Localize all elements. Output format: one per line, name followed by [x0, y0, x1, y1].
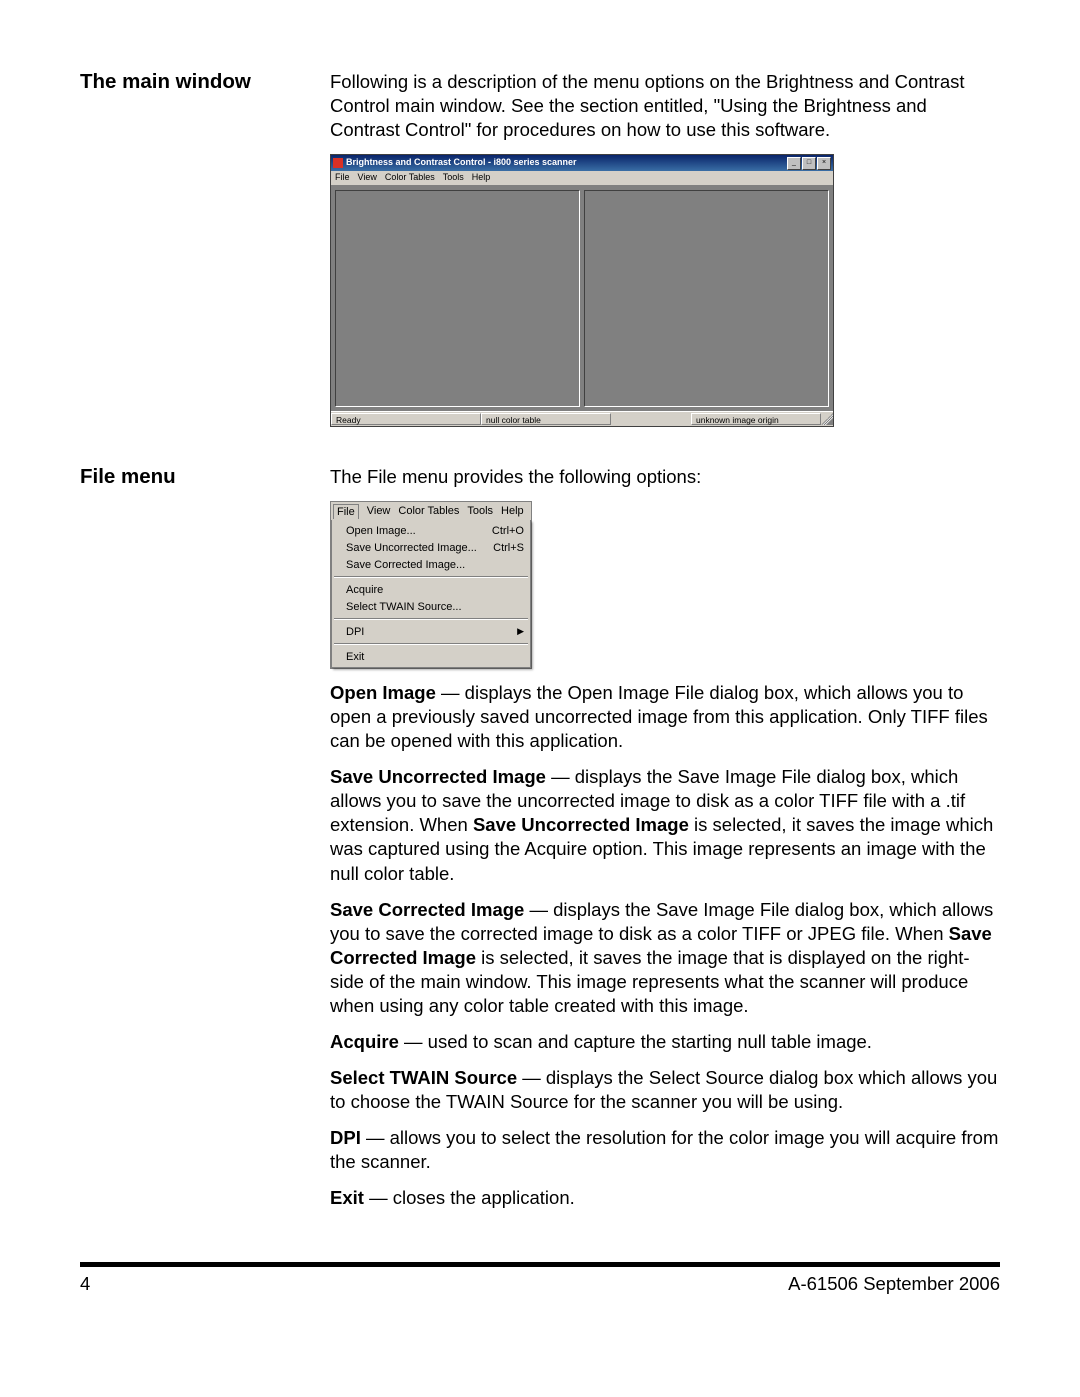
menu-item-exit[interactable]: Exit — [332, 648, 530, 665]
text: — closes the application. — [364, 1187, 575, 1208]
screenshot-file-menu: File View Color Tables Tools Help Open I… — [330, 501, 532, 669]
menu-help[interactable]: Help — [501, 504, 524, 518]
term-select-twain: Select TWAIN Source — [330, 1067, 517, 1088]
left-image-pane — [335, 190, 580, 407]
term-save-uncorrected: Save Uncorrected Image — [330, 766, 546, 787]
menu-item-dpi[interactable]: DPI ▶ — [332, 623, 530, 640]
doc-id: A-61506 September 2006 — [788, 1273, 1000, 1295]
para-file-menu-intro: The File menu provides the following opt… — [330, 465, 1000, 489]
menu-item-save-uncorrected[interactable]: Save Uncorrected Image... Ctrl+S — [332, 539, 530, 556]
term-dpi: DPI — [330, 1127, 361, 1148]
status-image-origin: unknown image origin — [691, 413, 821, 425]
menu-help[interactable]: Help — [472, 172, 491, 184]
para-main-window-intro: Following is a description of the menu o… — [330, 70, 1000, 142]
menu-separator — [334, 576, 528, 578]
menu-view[interactable]: View — [358, 172, 377, 184]
para-exit: Exit — closes the application. — [330, 1186, 1000, 1210]
menubar: File View Color Tables Tools Help — [331, 171, 833, 186]
submenu-arrow-icon: ▶ — [517, 626, 524, 638]
para-open-image: Open Image — displays the Open Image Fil… — [330, 681, 1000, 753]
menu-item-acquire[interactable]: Acquire — [332, 581, 530, 598]
text: — used to scan and capture the starting … — [399, 1031, 872, 1052]
minimize-button[interactable]: _ — [787, 157, 801, 170]
file-dropdown: Open Image... Ctrl+O Save Uncorrected Im… — [331, 520, 531, 668]
close-button[interactable]: × — [817, 157, 831, 170]
right-image-pane — [584, 190, 829, 407]
term-open-image: Open Image — [330, 682, 436, 703]
window-buttons: _ □ × — [787, 157, 831, 170]
para-acquire: Acquire — used to scan and capture the s… — [330, 1030, 1000, 1054]
menubar: File View Color Tables Tools Help — [331, 502, 531, 520]
menu-item-label: Acquire — [346, 583, 383, 597]
menu-item-label: Save Corrected Image... — [346, 558, 465, 572]
page-footer: 4 A-61506 September 2006 — [80, 1273, 1000, 1295]
document-page: The main window Following is a descripti… — [0, 0, 1080, 1335]
page-number: 4 — [80, 1273, 90, 1295]
menu-item-label: Select TWAIN Source... — [346, 600, 462, 614]
heading-file-menu: File menu — [80, 465, 176, 488]
statusbar: Ready null color table unknown image ori… — [331, 411, 833, 426]
status-ready: Ready — [331, 413, 481, 425]
menu-item-accel: Ctrl+O — [492, 524, 524, 538]
menu-item-save-corrected[interactable]: Save Corrected Image... — [332, 556, 530, 573]
client-area — [331, 186, 833, 411]
para-save-uncorrected: Save Uncorrected Image — displays the Sa… — [330, 765, 1000, 885]
window-title: Brightness and Contrast Control - i800 s… — [346, 157, 577, 169]
heading-main-window: The main window — [80, 70, 251, 93]
titlebar: Brightness and Contrast Control - i800 s… — [331, 155, 833, 171]
maximize-button[interactable]: □ — [802, 157, 816, 170]
section-file-menu: File menu The File menu provides the fol… — [80, 465, 1000, 1222]
menu-color-tables[interactable]: Color Tables — [398, 504, 459, 518]
screenshot-app-window: Brightness and Contrast Control - i800 s… — [330, 154, 834, 427]
menu-item-label: Open Image... — [346, 524, 416, 538]
menu-file[interactable]: File — [333, 504, 359, 519]
menu-item-label: Save Uncorrected Image... — [346, 541, 477, 555]
term-exit: Exit — [330, 1187, 364, 1208]
text: — allows you to select the resolution fo… — [330, 1127, 998, 1172]
para-dpi: DPI — allows you to select the resolutio… — [330, 1126, 1000, 1174]
menu-file[interactable]: File — [335, 172, 350, 184]
menu-item-select-twain[interactable]: Select TWAIN Source... — [332, 598, 530, 615]
term-acquire: Acquire — [330, 1031, 399, 1052]
menu-tools[interactable]: Tools — [467, 504, 493, 518]
resize-grip-icon — [821, 413, 833, 425]
menu-separator — [334, 618, 528, 620]
footer-rule — [80, 1262, 1000, 1267]
app-icon — [333, 158, 343, 168]
menu-item-label: Exit — [346, 650, 364, 664]
menu-item-accel: Ctrl+S — [493, 541, 524, 555]
menu-item-open-image[interactable]: Open Image... Ctrl+O — [332, 522, 530, 539]
menu-item-label: DPI — [346, 625, 364, 639]
menu-view[interactable]: View — [367, 504, 391, 518]
bold-text: Save Uncorrected Image — [473, 814, 689, 835]
para-save-corrected: Save Corrected Image — displays the Save… — [330, 898, 1000, 1018]
menu-color-tables[interactable]: Color Tables — [385, 172, 435, 184]
status-color-table: null color table — [481, 413, 611, 425]
menu-separator — [334, 643, 528, 645]
para-select-twain: Select TWAIN Source — displays the Selec… — [330, 1066, 1000, 1114]
menu-tools[interactable]: Tools — [443, 172, 464, 184]
term-save-corrected: Save Corrected Image — [330, 899, 524, 920]
section-main-window: The main window Following is a descripti… — [80, 70, 1000, 435]
